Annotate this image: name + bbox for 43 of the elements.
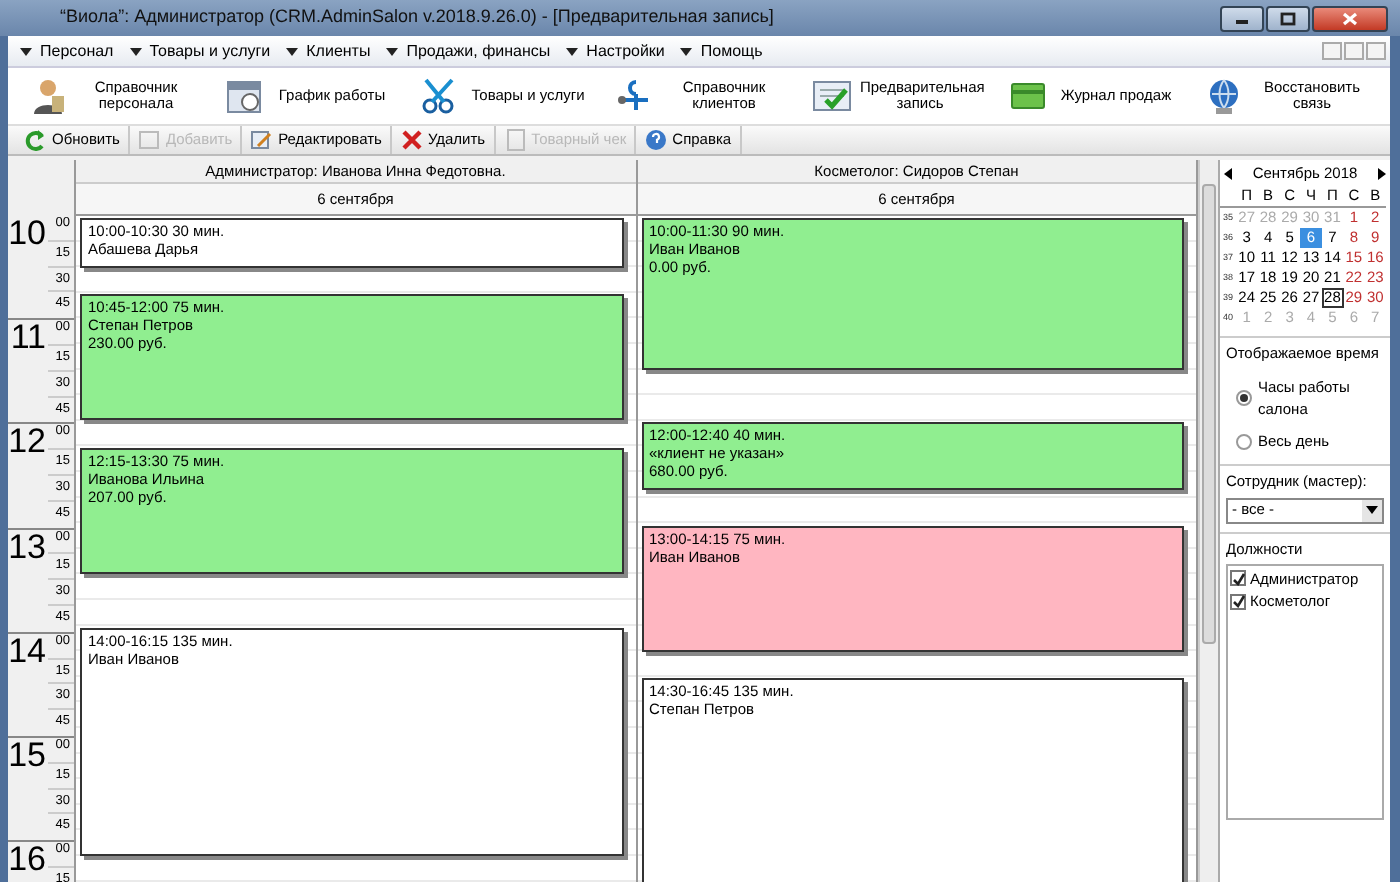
checklist-icon	[812, 76, 852, 116]
hour-label: 10	[8, 216, 48, 256]
scrollbar[interactable]	[1198, 160, 1218, 882]
window-title: “Виола”: Администратор (CRM.AdminSalon v.2018.9.26.0) - [Предварительная запись]	[60, 4, 776, 31]
caret-icon	[20, 47, 32, 55]
edit-icon	[250, 128, 275, 152]
calendar-icon	[224, 76, 264, 116]
hour-label: 11	[8, 320, 48, 361]
checkbox[interactable]	[1230, 570, 1246, 587]
menu-item[interactable]: Клиенты	[286, 39, 371, 63]
caret-icon	[566, 47, 579, 55]
menu-item[interactable]: Помощь	[680, 39, 763, 63]
radio-icon[interactable]	[1236, 389, 1252, 406]
globe-icon	[1204, 76, 1244, 116]
menu-item[interactable]: Товары и услуги	[129, 39, 271, 63]
close-button[interactable]	[1312, 5, 1388, 31]
maximize-icon	[1280, 11, 1296, 25]
previous-month-icon[interactable]	[1224, 167, 1232, 180]
radio-icon[interactable]	[1236, 433, 1252, 450]
delete-icon	[399, 128, 424, 152]
close-icon	[1342, 11, 1358, 25]
minimize-button[interactable]	[1220, 5, 1264, 31]
hour-label: 15	[8, 737, 48, 778]
maximize-button[interactable]	[1266, 5, 1310, 31]
checkbox[interactable]	[1230, 593, 1246, 610]
menu-item[interactable]: Продажи, финансы	[386, 39, 551, 63]
person-book-icon	[28, 76, 68, 116]
caret-icon	[129, 47, 142, 55]
caret-icon	[680, 47, 693, 55]
next-month-icon[interactable]	[1378, 167, 1386, 180]
hour-label: 16	[8, 842, 48, 882]
caret-icon	[386, 47, 399, 55]
hour-label: 13	[8, 529, 48, 570]
menu-item[interactable]: Настройки	[566, 39, 665, 63]
hour-label: 14	[8, 633, 48, 674]
refresh-icon	[24, 128, 48, 152]
menu-item[interactable]: Персонал	[20, 39, 114, 63]
receipt-icon	[503, 128, 528, 152]
caret-icon	[1366, 506, 1378, 514]
document-icon	[137, 128, 162, 152]
hour-label: 12	[8, 424, 48, 465]
caret-icon	[286, 47, 299, 55]
help-icon	[644, 128, 669, 152]
